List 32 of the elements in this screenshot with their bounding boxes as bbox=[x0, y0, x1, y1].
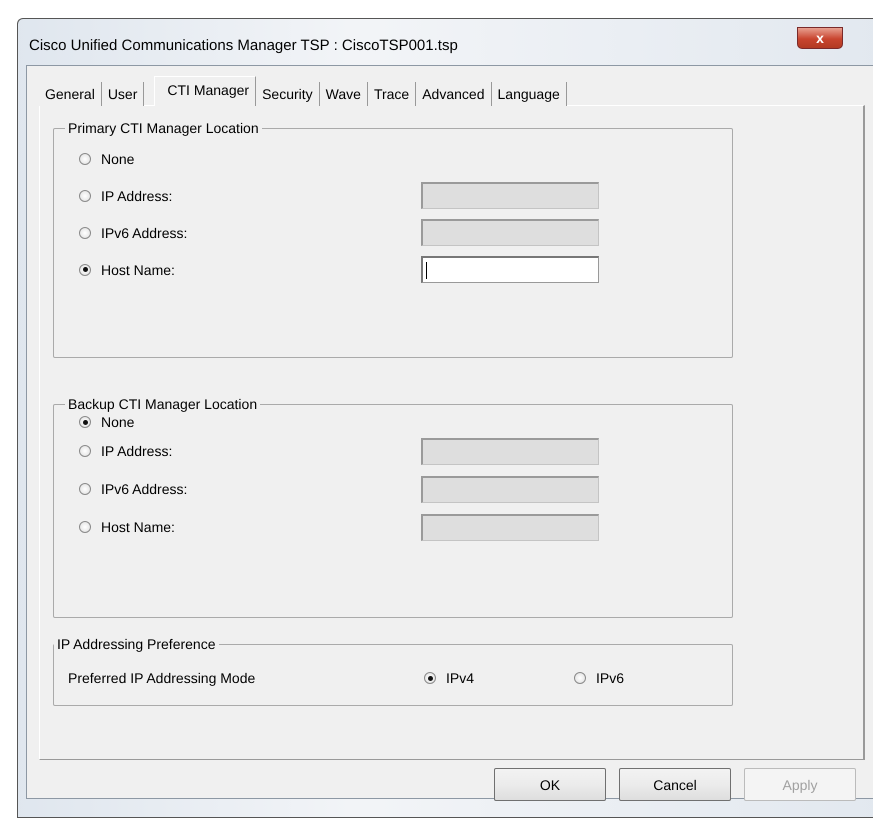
option-label: Host Name: bbox=[101, 262, 176, 278]
radio-button[interactable] bbox=[79, 152, 91, 164]
tab[interactable]: Trace bbox=[368, 82, 416, 106]
tab[interactable]: General bbox=[39, 82, 102, 106]
radio-button[interactable] bbox=[79, 416, 91, 428]
option-label: IP Address: bbox=[101, 443, 174, 459]
radio-button[interactable] bbox=[574, 672, 586, 684]
tab[interactable]: User bbox=[102, 82, 144, 106]
radio-button[interactable] bbox=[424, 672, 436, 684]
option-label: IP Address: bbox=[101, 188, 174, 204]
option-label: IPv6 bbox=[596, 670, 624, 686]
radio-button[interactable] bbox=[79, 264, 91, 276]
group-title: Primary CTI Manager Location bbox=[67, 120, 260, 136]
tab[interactable]: Language bbox=[492, 82, 567, 106]
tab[interactable]: Advanced bbox=[416, 82, 492, 106]
dialog-button[interactable]: Cancel bbox=[619, 768, 731, 801]
tab[interactable]: Wave bbox=[320, 82, 368, 106]
tab[interactable]: Security bbox=[256, 82, 320, 106]
option-label: IPv6 Address: bbox=[101, 224, 188, 240]
close-button[interactable]: x bbox=[797, 27, 843, 49]
group-title: Backup CTI Manager Location bbox=[67, 396, 258, 412]
option-label: IPv6 Address: bbox=[101, 481, 188, 497]
option-label: None bbox=[101, 414, 136, 430]
input-field[interactable] bbox=[421, 256, 599, 283]
dialog-button[interactable]: OK bbox=[494, 768, 606, 801]
window-title: Cisco Unified Communications Manager TSP : CiscoTSP001.tsp bbox=[29, 36, 458, 54]
setting-label: Preferred IP Addressing Mode bbox=[68, 670, 256, 686]
option-label: Host Name: bbox=[101, 519, 176, 535]
tab[interactable]: CTI Manager bbox=[154, 76, 256, 106]
option-label: None bbox=[101, 150, 136, 166]
group-title: IP Addressing Preference bbox=[56, 636, 217, 652]
option-label: IPv4 bbox=[446, 670, 474, 686]
